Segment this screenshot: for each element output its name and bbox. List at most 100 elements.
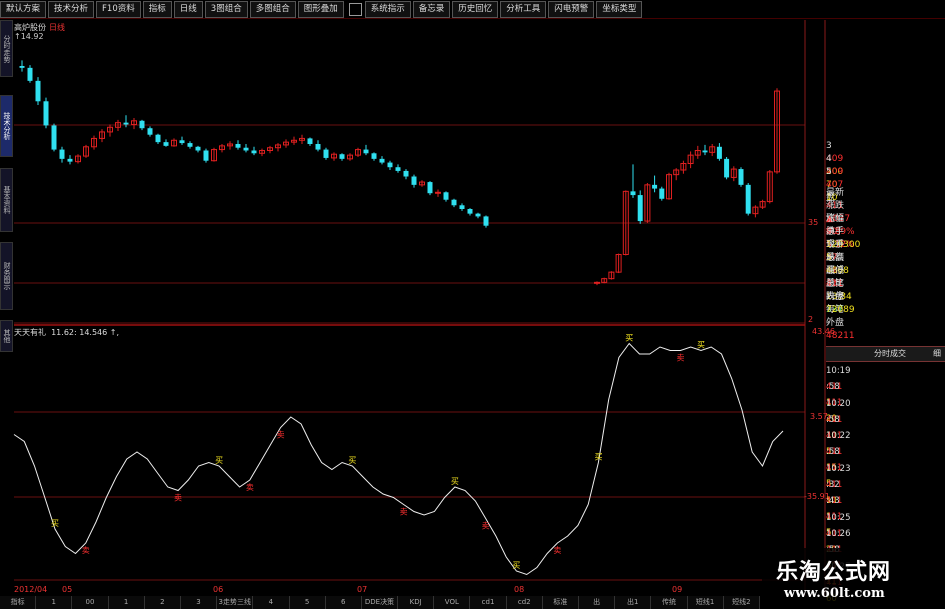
candle	[187, 141, 193, 149]
candle	[759, 199, 766, 209]
time-label: 05	[62, 585, 72, 594]
candle	[35, 77, 41, 105]
tick-list: 10:19 411 1:58 411 20 10:20 411 10:58 411 5 10:22 4…	[826, 363, 945, 604]
tick-header-detail: 细	[933, 349, 941, 358]
tick-list-header[interactable]: 分时成交 细	[826, 346, 945, 362]
quote-row: 总手 120300 最高 41	[826, 226, 945, 276]
watermark-url: www.60lt.com	[784, 586, 885, 601]
candle	[259, 148, 265, 157]
quote-label: 最新	[826, 188, 845, 198]
buy-mark: 买	[215, 456, 223, 465]
bottom-tab-0[interactable]: 指标	[0, 596, 37, 609]
candle	[443, 191, 449, 202]
quote-row: 涨幅 9.89% 今开 37	[826, 213, 945, 263]
high-marker: ↑14.92	[14, 32, 44, 41]
candle	[774, 88, 780, 174]
candle	[323, 147, 329, 160]
candle	[171, 138, 177, 147]
candle	[475, 212, 481, 219]
quote-label: 总额	[826, 253, 845, 263]
chart-area: 买买 买买买买买买卖卖卖卖卖卖卖卖 2012/04 05 06 07 08 09	[13, 20, 826, 596]
candle	[243, 144, 249, 153]
bottom-tab-18[interactable]: 传统	[651, 596, 688, 609]
quote-row: 现手 5 最低 37	[826, 239, 945, 289]
sell-mark: 卖	[400, 508, 408, 517]
candle	[652, 175, 658, 193]
tick-row: :58 411 20	[826, 379, 945, 424]
axis-labels: 2012/04 05 06 07 08 09	[14, 585, 682, 594]
bottom-tab-16[interactable]: 出	[579, 596, 616, 609]
bottom-tab-4[interactable]: 2	[145, 596, 181, 609]
quote-label: 涨跌	[826, 201, 845, 211]
candle	[730, 166, 737, 182]
candle	[680, 160, 687, 174]
bottom-tab-11[interactable]: KDJ	[398, 596, 435, 609]
tick-row: 10:2541120	[826, 510, 945, 555]
bottom-tab-20[interactable]: 短线2	[724, 596, 760, 609]
candle	[467, 208, 473, 216]
quote-value: 72089	[826, 305, 855, 315]
tick-row: 10:20 411 10	[826, 396, 945, 441]
ask-level: 3	[826, 141, 832, 151]
bottom-tab-12[interactable]: VOL	[434, 596, 471, 609]
bottom-tab-14[interactable]: cd2	[507, 596, 543, 609]
candle	[435, 189, 441, 197]
candle	[459, 203, 465, 211]
tick-time: :58	[826, 414, 840, 425]
ask-row: 5 407 10	[826, 166, 945, 203]
bottom-tab-7[interactable]: 4	[253, 596, 290, 609]
time-label: 06	[213, 585, 223, 594]
candle	[219, 144, 225, 153]
ask-row: 4 409 70 盘	[826, 153, 945, 203]
indicator-chart: 买买 买买买买买买卖卖卖卖卖卖卖卖	[13, 334, 784, 576]
candle	[83, 144, 89, 158]
buy-mark: 买	[697, 341, 705, 350]
candle	[43, 97, 49, 129]
quote-row: 涨停 411 跌停 337	[826, 265, 945, 315]
bottom-tab-10[interactable]: DDE决策	[362, 596, 399, 609]
bottom-tab-19[interactable]: 短线1	[688, 596, 724, 609]
time-label: 09	[672, 585, 682, 594]
bottom-tab-9[interactable]: 6	[326, 596, 362, 609]
candle	[724, 157, 730, 180]
bottom-tab-15[interactable]: 标准	[543, 596, 579, 609]
bottom-tab-2[interactable]: 00	[72, 596, 109, 609]
bottom-tab-17[interactable]: 出1	[615, 596, 652, 609]
candle	[709, 144, 716, 157]
bottom-tab-5[interactable]: 3	[181, 596, 218, 609]
tick-row: 10:23 411 10	[826, 461, 945, 506]
bottom-tab-13[interactable]: cd1	[470, 596, 507, 609]
candle	[766, 170, 773, 204]
candle	[283, 139, 289, 148]
quote-row: 总笔 - 每笔 -	[826, 278, 945, 328]
tick-row: 10:22 411 15	[826, 428, 945, 473]
candle	[411, 174, 417, 188]
candle	[179, 136, 185, 145]
candle	[752, 205, 759, 218]
candle	[235, 140, 241, 150]
candle	[139, 119, 145, 131]
candle	[155, 133, 161, 144]
bottom-tab-3[interactable]: 1	[109, 596, 145, 609]
candle	[195, 145, 201, 153]
tick-time: :58	[826, 382, 840, 393]
candle	[315, 140, 321, 152]
candle	[716, 143, 722, 161]
watermark-title: 乐淘公式网	[776, 560, 892, 585]
candle	[379, 156, 385, 165]
bottom-tab-1[interactable]: 1	[36, 596, 73, 609]
tick-row: :32 411 1	[826, 477, 945, 522]
time-label: 07	[357, 585, 367, 594]
indicator-tab-bar: 指标 1 00 1 2 3 3走势三线 4 5 6 DDE决策 KDJ VOL cd1 cd2 标准出出1 传统…	[0, 596, 760, 609]
price-label-b: 2	[808, 315, 814, 324]
sell-mark: 卖	[553, 546, 561, 555]
bottom-tab-8[interactable]: 5	[290, 596, 326, 609]
bottom-tab-6[interactable]: 3走势三线	[217, 596, 254, 609]
ask-level: 5	[826, 167, 832, 177]
quote-label: 涨幅	[826, 214, 845, 224]
indicator-values: 11.62: 14.546 ↑,	[51, 328, 120, 337]
candle	[67, 155, 73, 165]
candle	[251, 146, 257, 156]
candle	[307, 137, 313, 146]
tick-time: 10:23	[826, 463, 851, 474]
